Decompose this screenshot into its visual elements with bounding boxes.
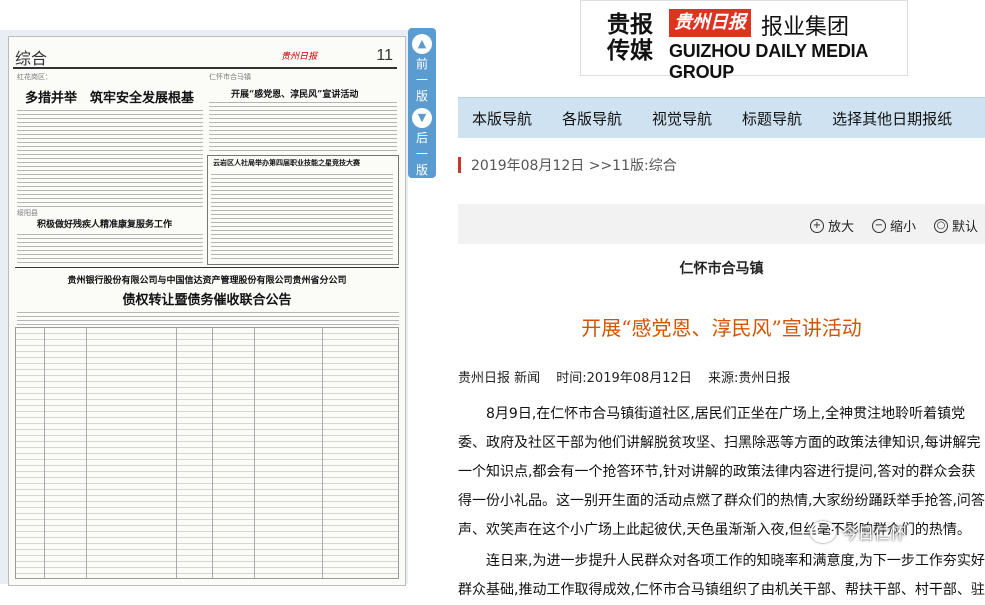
dateline-text: 2019年08月12日 >>11版:综合: [471, 158, 677, 174]
headline-3[interactable]: 积极做好残疾人精准康复服务工作: [37, 217, 172, 230]
dateline: 2019年08月12日 >>11版:综合: [458, 155, 677, 175]
prev-page-text: 前一版: [415, 57, 428, 103]
logo-group-en: GUIZHOU DAILY MEDIA GROUP: [669, 41, 868, 82]
headline-1[interactable]: 多措并举 筑牢安全发展根基: [25, 87, 194, 106]
headline-2-kicker: 仁怀市合马镇: [209, 73, 251, 81]
table-col-divider: [254, 328, 255, 578]
ad-divider: [15, 267, 399, 268]
zoom-default-button[interactable]: ○ 默认: [934, 216, 978, 235]
article-3-text: [17, 231, 203, 263]
newspaper-page-panel: 综合 贵州日报 11 红花岗区： 多措并举 筑牢安全发展根基 仁怀市合马镇 开展…: [0, 30, 408, 586]
zoom-out-label: 缩小: [890, 220, 917, 235]
logo-short-line-2: 传媒: [607, 37, 653, 64]
chevron-up-icon: ▲: [412, 34, 432, 54]
article-2-text: [209, 99, 397, 153]
headline-4[interactable]: 云岩区人社局举办第四届职业技能之星竞技大赛: [213, 158, 360, 168]
newspaper-page-image[interactable]: 综合 贵州日报 11 红花岗区： 多措并举 筑牢安全发展根基 仁怀市合马镇 开展…: [8, 36, 406, 586]
reset-icon: ○: [934, 218, 948, 233]
article-paragraph: 连日来,为进一步提升人民群众对各项工作的知晓率和满意度,为下一步工作夯实好群众基…: [458, 553, 985, 598]
zoom-in-button[interactable]: + 放大: [810, 216, 854, 235]
ad-title-1[interactable]: 贵州银行股份有限公司与中国信达资产管理股份有限公司贵州省分公司: [9, 273, 405, 286]
nav-visual[interactable]: 视觉导航: [652, 108, 712, 129]
table-col-divider: [322, 328, 323, 578]
page-switch-bar: ▲ 前一版 ▼ 后一版: [408, 28, 436, 178]
zoom-in-label: 放大: [828, 220, 855, 235]
ad-asset-table: [15, 327, 399, 579]
article-time: 时间:2019年08月12日: [556, 371, 692, 386]
next-page-text: 后一版: [415, 131, 428, 177]
watermark-text: 今日仁怀: [842, 524, 907, 543]
zoom-default-label: 默认: [952, 220, 979, 235]
newspaper-page-number: 11: [376, 47, 393, 64]
article-4-text: [211, 171, 393, 259]
logo-seal: 贵州日报: [669, 9, 751, 37]
headline-3-kicker: 绥阳县: [17, 209, 38, 217]
chevron-down-icon: ▼: [412, 108, 432, 128]
minus-icon: −: [872, 218, 886, 233]
media-group-logo[interactable]: 贵报 传媒 贵州日报 报业集团 GUIZHOU DAILY MEDIA GROU…: [580, 0, 908, 82]
article-body: 8月9日,在仁怀市合马镇街道社区,居民们正坐在广场上,全神贯注地聆听着镇党委、政…: [458, 400, 985, 605]
newspaper-section: 综合: [15, 49, 48, 68]
plus-icon: +: [810, 218, 824, 233]
nav-this-edition[interactable]: 本版导航: [472, 108, 532, 129]
table-col-divider: [212, 328, 213, 578]
newspaper-header: 综合 贵州日报 11: [13, 43, 397, 69]
table-col-divider: [44, 328, 45, 578]
logo-short-line-1: 贵报: [607, 11, 653, 38]
ad-intro-text: [17, 309, 399, 325]
nav-other-date[interactable]: 选择其他日期报纸: [832, 108, 952, 129]
article-source: 来源:贵州日报: [707, 371, 791, 386]
next-page-button[interactable]: ▼ 后一版: [408, 104, 436, 178]
nav-headlines[interactable]: 标题导航: [742, 108, 802, 129]
wechat-icon: [810, 521, 836, 543]
prev-page-button[interactable]: ▲ 前一版: [408, 30, 436, 104]
navigation-bar: 本版导航 各版导航 视觉导航 标题导航 选择其他日期报纸: [458, 97, 985, 138]
zoom-toolbar: + 放大 − 缩小 ○ 默认: [458, 204, 985, 244]
headline-1-kicker: 红花岗区：: [17, 73, 52, 81]
ad-title-2[interactable]: 债权转让暨债务催收联合公告: [9, 289, 405, 308]
dateline-marker: [458, 157, 461, 173]
next-page-label: 后一版: [408, 130, 436, 178]
newspaper-masthead: 贵州日报: [281, 52, 318, 62]
article-subtitle: 仁怀市合马镇: [679, 261, 764, 277]
article-1-text: [17, 107, 203, 207]
article-outlet: 贵州日报 新闻: [458, 371, 541, 386]
zoom-out-button[interactable]: − 缩小: [872, 216, 916, 235]
prev-page-label: 前一版: [408, 56, 436, 104]
wechat-watermark: 今日仁怀: [810, 520, 906, 544]
nav-all-editions[interactable]: 各版导航: [562, 108, 622, 129]
logo-short-name: 贵报 传媒: [597, 12, 663, 64]
table-col-divider: [176, 328, 177, 578]
article-title: 开展“感党恩、淳民风”宣讲活动: [581, 316, 862, 340]
logo-group-cn: 报业集团: [761, 15, 850, 40]
table-col-divider: [86, 328, 87, 578]
article-meta: 贵州日报 新闻 时间:2019年08月12日 来源:贵州日报: [458, 367, 802, 386]
